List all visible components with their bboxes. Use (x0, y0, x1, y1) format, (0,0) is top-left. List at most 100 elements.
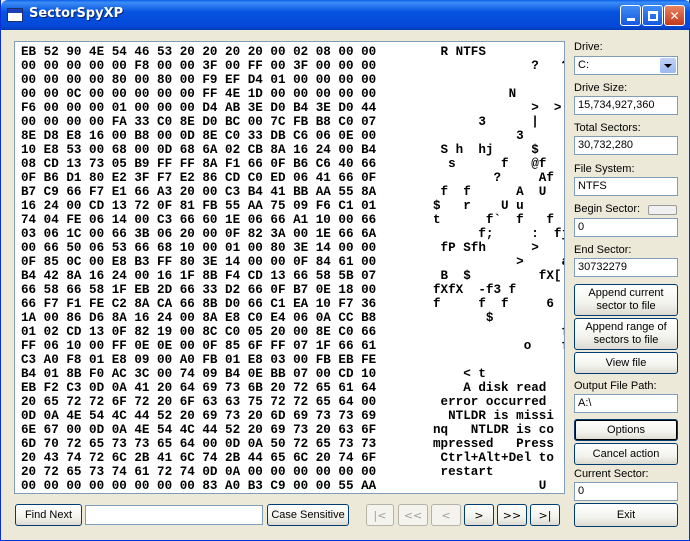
ascii-row[interactable]: s f @f (433, 157, 546, 171)
maximize-icon (647, 10, 658, 21)
ascii-row[interactable]: error occurred (433, 395, 547, 409)
ascii-row[interactable]: 3 (433, 129, 524, 143)
ascii-row[interactable]: fP Sfh > (433, 241, 539, 255)
fast-forward-button[interactable]: >> (497, 504, 527, 526)
hex-row[interactable]: 0F 85 0C 00 E8 B3 FF 80 3E 14 00 00 0F 8… (21, 255, 376, 269)
ascii-row[interactable]: S h hj $ (433, 143, 539, 157)
hex-row[interactable]: 0D 0A 4E 54 4C 44 52 20 69 73 20 6D 69 7… (21, 409, 376, 423)
hex-row[interactable]: B4 01 8B F0 AC 3C 00 74 09 B4 0E BB 07 0… (21, 367, 376, 381)
total-sectors-label: Total Sectors: (574, 122, 641, 134)
title-bar[interactable]: SectorSpyXP ✕ (1, 0, 690, 30)
maximize-button[interactable] (642, 5, 663, 26)
ascii-row[interactable]: f (433, 325, 564, 339)
options-button[interactable]: Options (574, 419, 678, 441)
ascii-row[interactable]: f f A U (433, 185, 547, 199)
hex-row[interactable]: 6E 67 00 0D 0A 4E 54 4C 44 52 20 69 73 2… (21, 423, 376, 437)
ascii-row[interactable]: t f` f f (433, 213, 554, 227)
minimize-button[interactable] (620, 5, 641, 26)
ascii-row[interactable]: NTLDR is missi (433, 409, 554, 423)
hex-row[interactable]: EB F2 C3 0D 0A 41 20 64 69 73 6B 20 72 6… (21, 381, 376, 395)
hex-row[interactable]: F6 00 00 00 01 00 00 00 D4 AB 3E D0 B4 3… (21, 101, 376, 115)
hex-row[interactable]: 8E D8 E8 16 00 B8 00 0D 8E C0 33 DB C6 0… (21, 129, 376, 143)
hex-row[interactable]: 00 00 00 00 FA 33 C0 8E D0 BC 00 7C FB B… (21, 115, 376, 129)
drive-select[interactable]: C: (574, 56, 678, 75)
begin-sector-label: Begin Sector: (574, 203, 641, 215)
hex-row[interactable]: 00 00 0C 00 00 00 00 00 FF 4E 1D 00 00 0… (21, 87, 376, 101)
ascii-row[interactable]: > a (433, 255, 564, 269)
ascii-row[interactable]: A disk read (433, 381, 546, 395)
hex-row[interactable]: 20 65 72 72 6F 72 20 6F 63 63 75 72 72 6… (21, 395, 376, 409)
close-button[interactable]: ✕ (664, 5, 685, 26)
ascii-row[interactable]: ? Af (433, 171, 553, 185)
drive-label: Drive: (574, 41, 603, 53)
hex-row[interactable]: B4 42 8A 16 24 00 16 1F 8B F4 CD 13 66 5… (21, 269, 376, 283)
hex-row[interactable]: EB 52 90 4E 54 46 53 20 20 20 20 00 02 0… (21, 45, 376, 59)
hex-row[interactable]: 74 04 FE 06 14 00 C3 66 60 1E 06 66 A1 1… (21, 213, 376, 227)
hex-row[interactable]: 1A 00 86 D6 8A 16 24 00 8A E8 C0 E4 06 0… (21, 311, 376, 325)
end-sector-field[interactable]: 30732279 (574, 258, 678, 277)
hex-row[interactable]: FF 06 10 00 FF 0E 0E 00 0F 85 6F FF 07 1… (21, 339, 376, 353)
hex-view[interactable]: EB 52 90 4E 54 46 53 20 20 20 20 00 02 0… (14, 41, 565, 494)
case-sensitive-button[interactable]: Case Sensitive (267, 504, 349, 526)
fast-back-button[interactable]: << (398, 504, 428, 526)
ascii-row[interactable]: $ (433, 311, 494, 325)
ascii-row[interactable]: N (433, 87, 517, 101)
current-sector-field[interactable]: 0 (574, 482, 678, 501)
total-sectors-field[interactable]: 30,732,280 (574, 136, 678, 155)
hex-row[interactable]: 66 58 66 58 1F EB 2D 66 33 D2 66 0F B7 0… (21, 283, 376, 297)
find-next-button[interactable]: Find Next (15, 504, 82, 526)
append-range-button[interactable]: Append range of sectors to file (574, 318, 678, 350)
hex-row[interactable]: C3 A0 F8 01 E8 09 00 A0 FB 01 E8 03 00 F… (21, 353, 376, 367)
ascii-row[interactable]: ? ? (433, 59, 564, 73)
append-current-sector-button[interactable]: Append current sector to file (574, 284, 678, 316)
hex-row[interactable]: 00 00 00 00 00 00 00 00 83 A0 B3 C9 00 0… (21, 479, 376, 493)
file-system-field[interactable]: NTFS (574, 177, 678, 196)
hex-row[interactable]: 16 24 00 CD 13 72 0F 81 FB 55 AA 75 09 F… (21, 199, 376, 213)
cancel-action-button[interactable]: Cancel action (574, 443, 678, 465)
hex-row[interactable]: 0F B6 D1 80 E2 3F F7 E2 86 CD C0 ED 06 4… (21, 171, 376, 185)
ascii-row[interactable]: > > D (433, 101, 564, 115)
find-input[interactable] (85, 505, 263, 525)
hex-row[interactable]: 00 00 00 00 00 F8 00 00 3F 00 FF 00 3F 0… (21, 59, 376, 73)
dropdown-button[interactable] (660, 58, 676, 73)
ascii-row[interactable]: $ r U u (433, 199, 524, 213)
begin-sector-slider[interactable] (648, 205, 677, 215)
ascii-row[interactable]: nq NTLDR is co (433, 423, 554, 437)
ascii-row[interactable]: f f f 6 (433, 297, 554, 311)
hex-row[interactable]: B7 C9 66 F7 E1 66 A3 20 00 C3 B4 41 BB A… (21, 185, 376, 199)
hex-row[interactable]: 00 00 00 00 80 00 80 00 F9 EF D4 01 00 0… (21, 73, 376, 87)
ascii-row[interactable]: < t (433, 367, 486, 381)
ascii-row[interactable]: o fa (433, 339, 564, 353)
hex-row[interactable]: 10 E8 53 00 68 00 0D 68 6A 02 CB 8A 16 2… (21, 143, 376, 157)
drive-size-field[interactable]: 15,734,927,360 (574, 96, 678, 115)
exit-button[interactable]: Exit (574, 503, 678, 527)
ascii-row[interactable]: restart (433, 465, 494, 479)
first-sector-button[interactable]: |< (366, 504, 394, 526)
hex-row[interactable]: 20 43 74 72 6C 2B 41 6C 74 2B 44 65 6C 2… (21, 451, 376, 465)
file-system-label: File System: (574, 163, 635, 175)
hex-row[interactable]: 6D 70 72 65 73 73 65 64 00 0D 0A 50 72 6… (21, 437, 376, 451)
hex-row[interactable]: 08 CD 13 73 05 B9 FF FF 8A F1 66 0F B6 C… (21, 157, 376, 171)
begin-sector-field[interactable]: 0 (574, 218, 678, 237)
ascii-row[interactable]: 3 | (433, 115, 538, 129)
window-title: SectorSpyXP (29, 6, 124, 21)
forward-button[interactable]: > (464, 504, 494, 526)
ascii-row[interactable]: fXfX -f3 f (433, 283, 516, 297)
output-path-field[interactable]: A:\ (574, 394, 678, 413)
hex-row[interactable]: 01 02 CD 13 0F 82 19 00 8C C0 05 20 00 8… (21, 325, 376, 339)
ascii-row[interactable]: B $ fX[ (433, 269, 562, 283)
ascii-row[interactable]: Ctrl+Alt+Del to (433, 451, 554, 465)
drive-select-value: C: (578, 59, 589, 71)
ascii-row[interactable]: f; : fj (433, 227, 564, 241)
view-file-button[interactable]: View file (574, 352, 678, 374)
back-button[interactable]: < (431, 504, 461, 526)
hex-row[interactable]: 00 66 50 06 53 66 68 10 00 01 00 80 3E 1… (21, 241, 376, 255)
hex-row[interactable]: 03 06 1C 00 66 3B 06 20 00 0F 82 3A 00 1… (21, 227, 376, 241)
hex-row[interactable]: 66 F7 F1 FE C2 8A CA 66 8B D0 66 C1 EA 1… (21, 297, 376, 311)
end-sector-label: End Sector: (574, 244, 632, 256)
ascii-row[interactable]: R NTFS (433, 45, 486, 59)
hex-row[interactable]: 20 72 65 73 74 61 72 74 0D 0A 00 00 00 0… (21, 465, 376, 479)
last-sector-button[interactable]: >| (530, 504, 560, 526)
ascii-row[interactable]: U (433, 479, 547, 493)
ascii-row[interactable]: mpressed Press (433, 437, 554, 451)
